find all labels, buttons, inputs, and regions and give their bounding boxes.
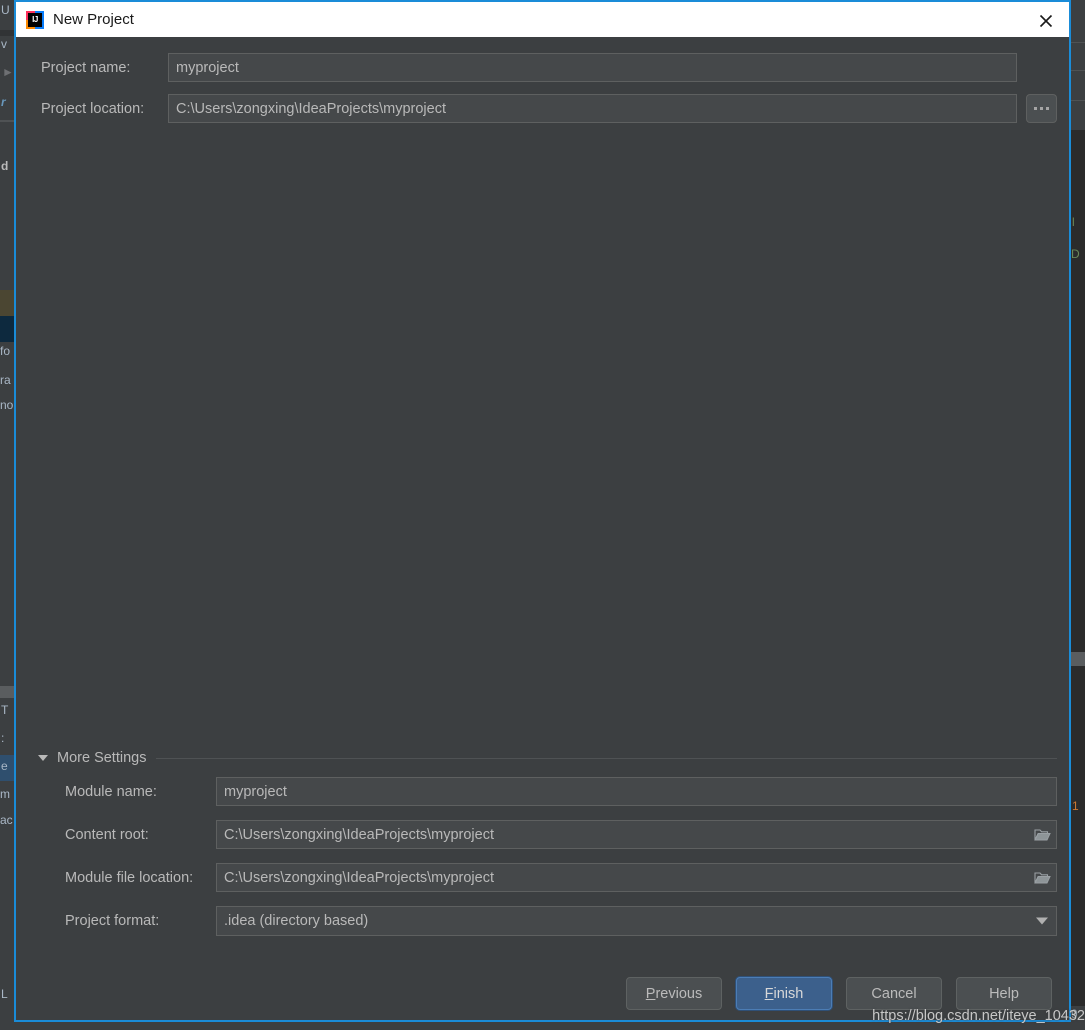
previous-button[interactable]: Previous: [626, 977, 722, 1010]
backdrop-fragment: T: [1, 703, 9, 717]
chevron-down-icon: [1036, 917, 1048, 925]
backdrop-fragment: d: [1, 159, 9, 173]
more-settings-form: Module name: Content root:: [16, 777, 1069, 936]
more-settings-toggle[interactable]: More Settings: [16, 747, 1069, 769]
project-name-input[interactable]: [168, 53, 1017, 82]
field-row-module-name: Module name:: [28, 777, 1057, 806]
finish-button-label-rest: inish: [773, 985, 804, 1002]
backdrop-fragment: ra: [0, 373, 11, 387]
cancel-button-label: Cancel: [871, 985, 917, 1002]
module-file-location-input[interactable]: [216, 863, 1057, 892]
project-format-select[interactable]: .idea (directory based): [216, 906, 1057, 936]
close-button[interactable]: [1023, 2, 1069, 39]
backdrop-fragment: :: [1, 731, 5, 745]
project-format-value: .idea (directory based): [224, 913, 369, 929]
backdrop-fragment: ac: [0, 813, 13, 827]
more-settings-separator: [156, 757, 1057, 759]
field-row-project-location: Project location:: [28, 94, 1057, 123]
browse-location-button[interactable]: [1026, 94, 1057, 123]
backdrop-fragment: v: [1, 37, 7, 51]
ellipsis-dot: [1040, 107, 1043, 110]
field-row-content-root: Content root:: [28, 820, 1057, 849]
module-name-input[interactable]: [216, 777, 1057, 806]
close-icon: [1039, 14, 1053, 28]
dialog-titlebar: IJ New Project: [16, 0, 1069, 37]
finish-button[interactable]: Finish: [736, 977, 832, 1010]
project-name-label: Project name:: [41, 59, 131, 76]
dialog-body: Project name: Project location:: [16, 37, 1069, 1020]
intellij-idea-icon: IJ: [26, 10, 44, 29]
new-project-dialog: IJ New Project Project name: myproject P…: [14, 0, 1071, 1022]
backdrop-fragment: fo: [0, 344, 11, 358]
folder-icon[interactable]: [1034, 827, 1051, 842]
backdrop-caret-icon: ►: [2, 65, 14, 79]
ide-backdrop-right-strip: l D 1 9: [1071, 0, 1085, 1030]
project-location-input[interactable]: [168, 94, 1017, 123]
backdrop-fragment: no: [0, 398, 14, 412]
backdrop-fragment: m: [0, 787, 10, 801]
field-row-project-format: Project format: .idea (directory based): [28, 906, 1057, 936]
triangle-down-icon: [38, 755, 48, 761]
ellipsis-dot: [1034, 107, 1037, 110]
dialog-title: New Project: [53, 11, 134, 28]
backdrop-fragment: e: [1, 759, 8, 773]
dialog-button-bar: Previous Finish Cancel Help: [16, 977, 1069, 1010]
backdrop-fragment: U: [1, 3, 10, 17]
backdrop-fragment: D: [1071, 247, 1080, 261]
finish-button-mnemonic: F: [764, 985, 774, 1002]
cancel-button[interactable]: Cancel: [846, 977, 942, 1010]
module-name-label: Module name:: [65, 783, 157, 800]
project-format-label: Project format:: [65, 913, 160, 929]
field-row-module-file-location: Module file location:: [28, 863, 1057, 892]
help-button[interactable]: Help: [956, 977, 1052, 1010]
folder-icon[interactable]: [1034, 870, 1051, 885]
content-root-input[interactable]: [216, 820, 1057, 849]
backdrop-fragment: r: [1, 95, 6, 109]
previous-button-label-rest: revious: [655, 985, 703, 1002]
help-button-label: Help: [989, 985, 1019, 1002]
previous-button-mnemonic: P: [645, 985, 656, 1002]
field-row-project-name: Project name:: [28, 53, 1057, 82]
backdrop-fragment: L: [1, 987, 8, 1001]
watermark-text: https://blog.csdn.net/iteye_10432: [872, 1008, 1085, 1024]
dialog-empty-area: [16, 135, 1069, 747]
content-root-label: Content root:: [65, 826, 149, 843]
ide-backdrop-left-strip: U v ► r d fo ra no T : e m ac L: [0, 0, 14, 1030]
module-file-location-label: Module file location:: [65, 869, 194, 886]
more-settings-label: More Settings: [57, 750, 147, 766]
top-form: Project name: Project location:: [16, 37, 1069, 123]
backdrop-fragment: 1: [1072, 799, 1079, 813]
project-location-label: Project location:: [41, 100, 145, 117]
backdrop-fragment: l: [1072, 215, 1075, 229]
ellipsis-dot: [1046, 107, 1049, 110]
